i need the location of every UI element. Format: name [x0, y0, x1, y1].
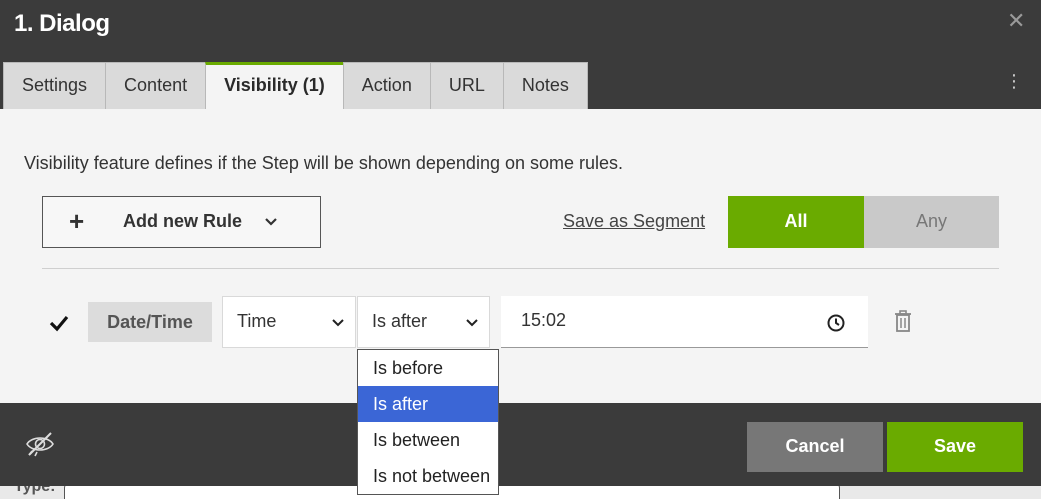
save-as-segment-link[interactable]: Save as Segment [563, 211, 705, 232]
rule-operator-value: Is after [372, 311, 428, 331]
add-rule-button[interactable]: + Add new Rule [42, 196, 321, 248]
tab-settings[interactable]: Settings [3, 62, 107, 109]
clock-icon[interactable] [826, 313, 846, 333]
chevron-down-icon [466, 319, 478, 327]
dialog-title: 1. Dialog [14, 10, 110, 37]
kebab-menu-icon[interactable]: ⋮ [1005, 70, 1023, 92]
time-value: 15:02 [521, 310, 567, 330]
eye-off-icon[interactable] [24, 430, 56, 458]
background-form-area: Type: [0, 486, 1041, 499]
rule-field-value: Time [237, 311, 277, 331]
rule-type-chip: Date/Time [88, 302, 212, 342]
option-is-between[interactable]: Is between [358, 422, 498, 458]
background-type-label: Type: [14, 486, 56, 495]
operator-dropdown-menu: Is before Is after Is between Is not bet… [357, 349, 499, 495]
divider [42, 268, 999, 269]
option-is-after[interactable]: Is after [358, 386, 498, 422]
option-is-before[interactable]: Is before [358, 350, 498, 386]
chevron-down-icon [265, 218, 277, 226]
match-any-button[interactable]: Any [864, 196, 999, 248]
checkmark-icon[interactable] [48, 312, 70, 334]
rule-field-select[interactable]: Time [222, 296, 356, 348]
dialog-header: 1. Dialog ✕ ⋮ Settings Content Visibilit… [0, 0, 1041, 109]
time-input[interactable]: 15:02 [501, 296, 868, 348]
tab-notes[interactable]: Notes [502, 62, 588, 109]
plus-icon: + [69, 206, 85, 236]
tab-url[interactable]: URL [429, 62, 504, 109]
chevron-down-icon [332, 319, 344, 327]
rule-operator-select[interactable]: Is after [357, 296, 490, 348]
tab-action[interactable]: Action [342, 62, 431, 109]
tab-content[interactable]: Content [105, 62, 207, 109]
dialog-footer [0, 403, 1041, 486]
option-is-not-between[interactable]: Is not between [358, 458, 498, 494]
tab-bar: Settings Content Visibility (1) Action U… [3, 62, 588, 109]
dialog: 1. Dialog ✕ ⋮ Settings Content Visibilit… [0, 0, 1041, 486]
cancel-button[interactable]: Cancel [747, 422, 883, 472]
close-icon[interactable]: ✕ [1007, 10, 1025, 32]
save-button[interactable]: Save [887, 422, 1023, 472]
match-all-button[interactable]: All [728, 196, 864, 248]
add-rule-label: Add new Rule [123, 211, 243, 231]
visibility-description: Visibility feature defines if the Step w… [24, 153, 624, 173]
tab-visibility[interactable]: Visibility (1) [205, 62, 344, 109]
trash-icon[interactable] [893, 310, 913, 332]
